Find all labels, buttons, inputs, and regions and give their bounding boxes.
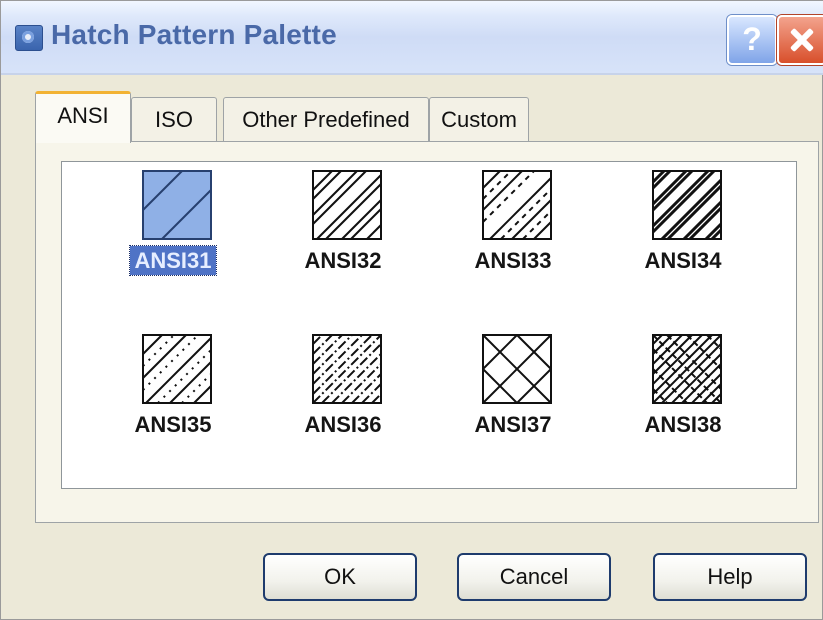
help-icon[interactable]: ?	[727, 15, 777, 65]
app-icon	[15, 25, 43, 51]
pattern-item-ansi31[interactable]: ANSI31	[98, 170, 248, 300]
close-icon[interactable]	[777, 15, 823, 65]
pattern-item-ansi33[interactable]: ANSI33	[438, 170, 588, 300]
hatch-pattern-palette-dialog: Hatch Pattern Palette ? ANSI ISO Other P…	[0, 0, 823, 620]
pattern-label: ANSI32	[304, 248, 382, 273]
pattern-label: ANSI35	[134, 412, 212, 437]
pattern-grid: ANSI31 ANSI32 ANSI33 ANSI34 ANSI35 ANSI3…	[61, 161, 797, 489]
ansi38-swatch-icon	[652, 334, 722, 404]
ansi31-swatch-icon	[142, 170, 212, 240]
tab-custom[interactable]: Custom	[429, 97, 529, 141]
ansi35-swatch-icon	[142, 334, 212, 404]
ansi33-swatch-icon	[482, 170, 552, 240]
ansi36-swatch-icon	[312, 334, 382, 404]
help-button[interactable]: Help	[653, 553, 807, 601]
pattern-label: ANSI33	[474, 248, 552, 273]
cancel-button[interactable]: Cancel	[457, 553, 611, 601]
ansi32-swatch-icon	[312, 170, 382, 240]
pattern-item-ansi37[interactable]: ANSI37	[438, 334, 588, 464]
pattern-item-ansi35[interactable]: ANSI35	[98, 334, 248, 464]
pattern-label: ANSI38	[644, 412, 722, 437]
pattern-label: ANSI37	[474, 412, 552, 437]
ok-button[interactable]: OK	[263, 553, 417, 601]
tab-ansi[interactable]: ANSI	[35, 91, 131, 143]
pattern-item-ansi32[interactable]: ANSI32	[268, 170, 418, 300]
pattern-item-ansi38[interactable]: ANSI38	[608, 334, 758, 464]
pattern-label: ANSI36	[304, 412, 382, 437]
title-bar[interactable]: Hatch Pattern Palette ?	[1, 1, 823, 75]
pattern-item-ansi34[interactable]: ANSI34	[608, 170, 758, 300]
pattern-label: ANSI34	[644, 248, 722, 273]
pattern-item-ansi36[interactable]: ANSI36	[268, 334, 418, 464]
tab-other-predefined[interactable]: Other Predefined	[223, 97, 429, 141]
window-title: Hatch Pattern Palette	[51, 19, 337, 50]
ansi31-pattern-icon	[142, 170, 212, 240]
tab-iso[interactable]: ISO	[131, 97, 217, 141]
ansi34-swatch-icon	[652, 170, 722, 240]
ansi37-swatch-icon	[482, 334, 552, 404]
pattern-label: ANSI31	[98, 245, 248, 276]
